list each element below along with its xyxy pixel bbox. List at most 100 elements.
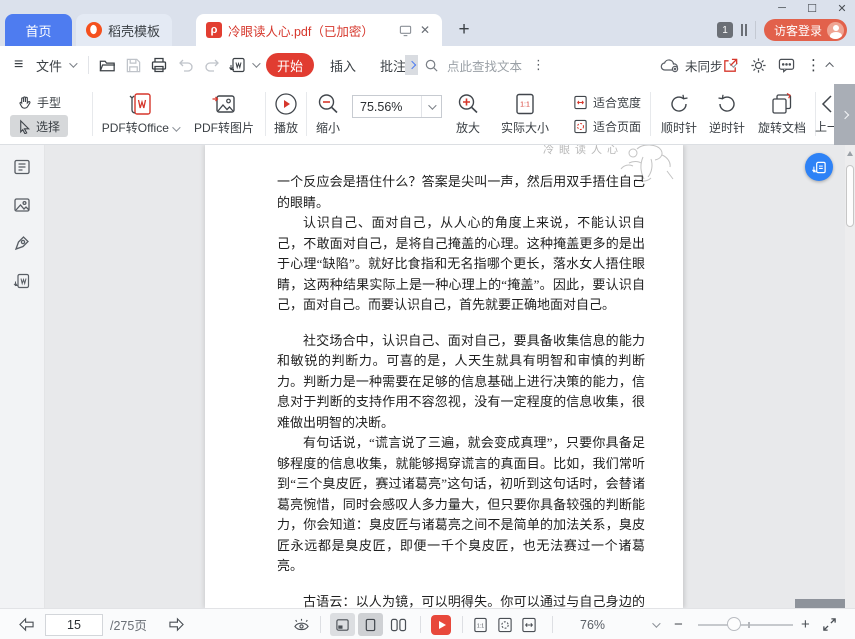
search-options-icon[interactable]: ⋮ xyxy=(532,57,546,73)
close-button[interactable]: ✕ xyxy=(835,2,849,15)
page-number-input[interactable] xyxy=(45,613,103,636)
comment-bubble-icon[interactable] xyxy=(778,46,795,84)
menu-start[interactable]: 开始 xyxy=(266,53,314,77)
zoom-in-button[interactable]: 放大 xyxy=(449,84,487,144)
zoom-decrease-button[interactable]: − xyxy=(674,609,683,639)
print-icon[interactable] xyxy=(150,46,168,84)
statusbar: /275页 1:1 xyxy=(0,608,855,639)
pdf-page[interactable]: 冷眼读人心 一个反应会是捂住什么？答案是尖叫一声，然后用双手捂住自己的眼睛。 认… xyxy=(205,145,683,608)
zoom-value-input[interactable] xyxy=(353,99,421,114)
login-button[interactable]: 访客登录 xyxy=(763,19,847,41)
gear-icon[interactable] xyxy=(750,46,767,84)
zoom-slider-handle[interactable] xyxy=(727,617,741,631)
zoom-out-button[interactable]: 缩小 xyxy=(309,84,347,144)
play-label: 播放 xyxy=(273,121,298,135)
pdf-to-image-label: PDF转图片 xyxy=(193,121,254,135)
search-input[interactable]: 点此查找文本 ⋮ xyxy=(424,46,546,84)
tab-docer-label: 稻壳模板 xyxy=(108,23,161,39)
monitor-icon[interactable] xyxy=(399,24,412,37)
actual-size-icon: 1:1 xyxy=(516,93,534,115)
actual-size-button[interactable]: 1:1 实际大小 xyxy=(494,84,556,144)
chevron-down-icon xyxy=(252,59,261,68)
vertical-scrollbar[interactable] xyxy=(845,145,855,608)
hamburger-icon[interactable]: ≡ xyxy=(14,46,23,84)
divider xyxy=(88,56,89,74)
status-fit-width-button[interactable] xyxy=(521,617,537,633)
search-placeholder: 点此查找文本 xyxy=(447,59,523,74)
document-viewport: 冷眼读人心 一个反应会是捂住什么？答案是尖叫一声，然后用双手捂住自己的眼睛。 认… xyxy=(0,145,855,608)
menu-comment[interactable]: 批注 xyxy=(380,46,406,84)
fit-page-button[interactable]: 适合页面 xyxy=(566,115,648,137)
file-menu-label: 文件 xyxy=(36,58,63,74)
fit-width-button[interactable]: 适合宽度 xyxy=(566,91,648,113)
zoom-increase-button[interactable]: + xyxy=(801,609,810,639)
toolbar-overflow-expander[interactable] xyxy=(834,84,855,145)
rotate-document-button[interactable]: 旋转文档 xyxy=(752,84,812,144)
zoom-out-label: 缩小 xyxy=(315,121,340,135)
export-dropdown[interactable] xyxy=(252,46,261,84)
status-prev-page-button[interactable] xyxy=(18,609,35,639)
undo-icon[interactable] xyxy=(177,46,195,84)
tab-docer[interactable]: 稻壳模板 xyxy=(76,14,172,46)
save-icon[interactable] xyxy=(125,46,142,84)
zoom-dropdown-button[interactable] xyxy=(421,96,439,117)
outline-panel-icon[interactable] xyxy=(13,158,31,176)
status-actual-size-button[interactable]: 1:1 xyxy=(472,617,489,633)
select-tool-button[interactable]: 选择 xyxy=(10,115,69,137)
pdf-to-word-panel-icon[interactable] xyxy=(13,272,31,290)
signature-panel-icon[interactable] xyxy=(13,234,31,252)
pdf-to-office-button[interactable]: PDF转Office xyxy=(96,84,184,144)
view-mode-reading-button[interactable] xyxy=(330,613,355,636)
tab-home[interactable]: 首页 xyxy=(5,14,72,46)
status-zoom-percent[interactable]: 76% xyxy=(580,609,605,639)
collapse-ribbon-icon[interactable] xyxy=(825,46,834,84)
view-mode-single-page-button[interactable] xyxy=(358,613,383,636)
zoom-in-label: 放大 xyxy=(455,121,480,135)
actual-size-label: 实际大小 xyxy=(500,121,549,135)
pdf-to-word-icon[interactable] xyxy=(229,46,247,84)
file-menu[interactable]: 文件 xyxy=(36,46,78,84)
zoom-slider-track[interactable] xyxy=(698,622,793,628)
rotate-clockwise-button[interactable]: 顺时针 xyxy=(656,84,702,144)
rotate-ccw-label: 逆时针 xyxy=(708,121,745,135)
tab-document[interactable]: ρ 冷眼读人心.pdf（已加密） ✕ xyxy=(196,14,442,46)
image-panel-icon[interactable] xyxy=(13,196,31,214)
eye-protect-button[interactable] xyxy=(292,609,311,639)
status-next-page-button[interactable] xyxy=(168,609,185,639)
share-icon[interactable] xyxy=(722,46,739,84)
avatar-icon xyxy=(827,21,844,39)
menu-insert[interactable]: 插入 xyxy=(330,46,356,84)
chevron-right-icon xyxy=(407,60,416,70)
open-file-icon[interactable] xyxy=(98,46,117,84)
status-fit-page-button[interactable] xyxy=(497,617,513,633)
select-tool-label: 选择 xyxy=(36,119,61,134)
tab-count-badge[interactable]: 1 xyxy=(716,22,733,38)
zoom-percent-dropdown[interactable] xyxy=(652,609,661,639)
play-button[interactable]: 播放 xyxy=(268,84,304,144)
cursor-icon xyxy=(20,119,31,134)
menu-overflow-expander[interactable] xyxy=(405,55,418,75)
chevron-down-icon xyxy=(172,123,181,132)
tab-close-icon[interactable]: ✕ xyxy=(418,23,432,37)
window-list-icon[interactable] xyxy=(740,24,747,36)
minimize-button[interactable]: ─ xyxy=(775,2,789,15)
scroll-up-icon[interactable] xyxy=(847,151,853,156)
pdf-to-image-float-button[interactable] xyxy=(805,153,833,181)
hand-tool-button[interactable]: 手型 xyxy=(10,91,68,113)
status-play-button[interactable] xyxy=(431,614,451,635)
rotate-counterclockwise-button[interactable]: 逆时针 xyxy=(704,84,750,144)
zoom-combobox[interactable] xyxy=(352,95,442,118)
single-page-icon xyxy=(365,618,376,631)
sync-label: 未同步 xyxy=(685,59,723,74)
maximize-button[interactable]: ☐ xyxy=(805,2,819,15)
scrollbar-thumb[interactable] xyxy=(846,165,854,227)
menubar: ≡ 文件 开始 插入 批注 点此查找文本 ⋮ 未同步 ⋮ xyxy=(0,46,855,84)
new-tab-button[interactable]: + xyxy=(452,18,476,42)
fullscreen-icon xyxy=(823,618,836,631)
pdf-to-image-button[interactable]: PDF转图片 xyxy=(186,84,262,144)
more-options-icon[interactable]: ⋮ xyxy=(806,46,822,84)
fullscreen-button[interactable] xyxy=(822,609,837,639)
view-mode-two-page-button[interactable] xyxy=(386,613,411,636)
pdf-to-office-label: PDF转Office xyxy=(101,121,169,135)
redo-icon[interactable] xyxy=(203,46,221,84)
